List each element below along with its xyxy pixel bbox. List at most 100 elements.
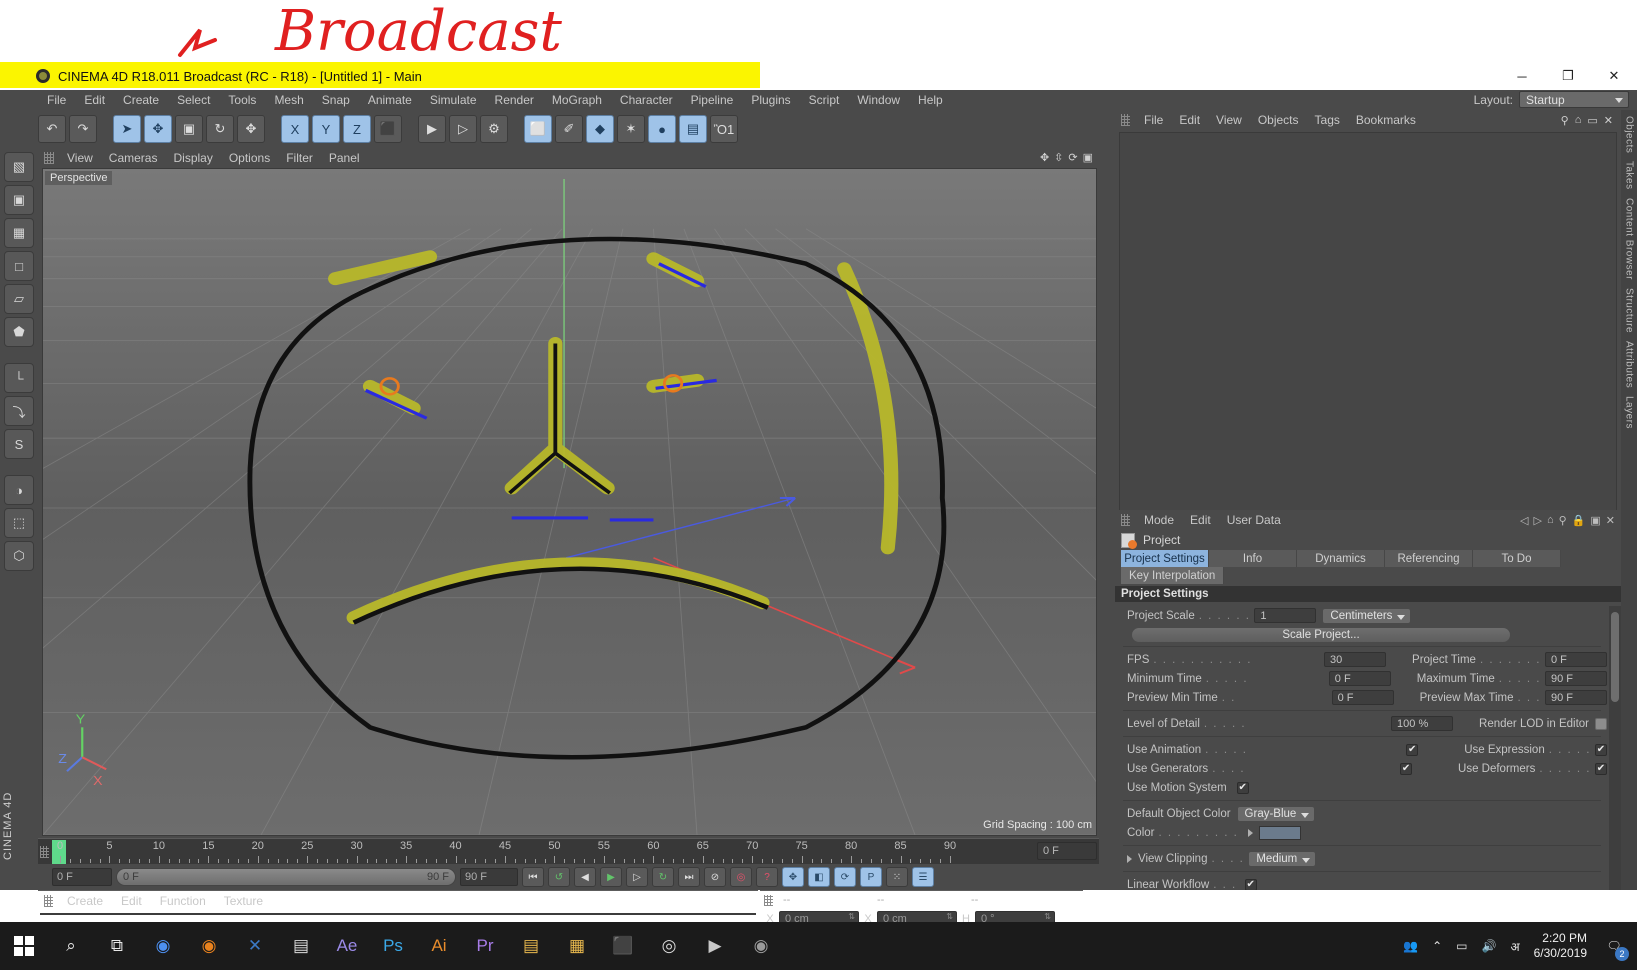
environment-button[interactable]: ● <box>648 115 676 143</box>
move-button[interactable]: ✥ <box>144 115 172 143</box>
menu-item-character[interactable]: Character <box>611 90 682 110</box>
viewport-menu-view[interactable]: View <box>60 151 100 165</box>
project-scale-unit-dropdown[interactable]: Centimeters <box>1322 607 1412 624</box>
position-key-button[interactable]: ✥ <box>782 867 804 887</box>
taskbar-firefox-icon[interactable]: ◉ <box>186 922 232 970</box>
notification-center-button[interactable]: 🗨 2 <box>1601 933 1629 961</box>
menu-item-file[interactable]: File <box>38 90 75 110</box>
objects-menu-file[interactable]: File <box>1136 113 1171 127</box>
axis-mode-button[interactable]: └ <box>4 363 34 393</box>
make-editable-button[interactable]: ▧ <box>4 152 34 182</box>
windows-start-button[interactable] <box>0 922 48 970</box>
menu-item-render[interactable]: Render <box>486 90 543 110</box>
linear-workflow-checkbox[interactable]: ✔ <box>1244 878 1257 890</box>
play-button[interactable]: ▶ <box>600 867 622 887</box>
menu-item-snap[interactable]: Snap <box>313 90 359 110</box>
workplane-button[interactable]: S <box>4 429 34 459</box>
y-axis-button[interactable]: Y <box>312 115 340 143</box>
material-menu-edit[interactable]: Edit <box>113 894 150 908</box>
step-forward-button[interactable]: ▷ <box>626 867 648 887</box>
taskbar-media-app-icon[interactable]: ▶ <box>692 922 738 970</box>
objects-menu-objects[interactable]: Objects <box>1250 113 1307 127</box>
side-tab-takes[interactable]: Takes <box>1624 161 1635 190</box>
objects-menu-edit[interactable]: Edit <box>1171 113 1208 127</box>
objects-grip-icon[interactable] <box>1121 114 1130 126</box>
rotation-key-button[interactable]: ⟳ <box>834 867 856 887</box>
zoom-icon[interactable]: ⇳ <box>1054 151 1063 164</box>
menu-item-select[interactable]: Select <box>168 90 219 110</box>
attributes-scrollbar[interactable] <box>1609 606 1621 890</box>
z-axis-button[interactable]: Z <box>343 115 371 143</box>
render-view-button[interactable]: ▶ <box>418 115 446 143</box>
taskbar-chrome-icon[interactable]: ◉ <box>140 922 186 970</box>
deformers-button[interactable]: ✶ <box>617 115 645 143</box>
step-back-button[interactable]: ◀ <box>574 867 596 887</box>
world-coordinate-button[interactable]: ⬛ <box>374 115 402 143</box>
texture-mode-button[interactable]: ▦ <box>4 218 34 248</box>
menu-item-tools[interactable]: Tools <box>219 90 265 110</box>
render-lod-checkbox[interactable] <box>1595 717 1607 730</box>
loop-button[interactable]: ↻ <box>652 867 674 887</box>
autokeying-button[interactable]: ◎ <box>730 867 752 887</box>
light-button[interactable]: Ὂ1 <box>710 115 738 143</box>
rotate-button[interactable]: ↻ <box>206 115 234 143</box>
close-icon[interactable]: ✕ <box>1604 114 1613 127</box>
volume-icon[interactable]: 🔊 <box>1481 939 1496 953</box>
viewport-solo-button[interactable]: ◑ <box>4 475 34 505</box>
timeline-ruler[interactable]: 0 5 10 15 20 25 30 35 40 45 50 55 60 65 70 75 80 85 90 0 F <box>38 838 1099 864</box>
attributes-menu-edit[interactable]: Edit <box>1182 513 1219 527</box>
attributes-tab-info[interactable]: Info <box>1209 550 1297 567</box>
taskbar-notepad-icon[interactable]: ▤ <box>278 922 324 970</box>
max-frame-field[interactable]: 90 F <box>460 868 518 886</box>
language-icon[interactable]: अ <box>1510 938 1519 955</box>
menu-item-window[interactable]: Window <box>848 90 909 110</box>
menu-item-plugins[interactable]: Plugins <box>742 90 799 110</box>
taskbar-after-effects-icon[interactable]: Ae <box>324 922 370 970</box>
viewport-menu-cameras[interactable]: Cameras <box>102 151 165 165</box>
live-selection-button[interactable]: ➤ <box>113 115 141 143</box>
taskbar-illustrator-icon[interactable]: Ai <box>416 922 462 970</box>
attributes-tab-key-interpolation[interactable]: Key Interpolation <box>1121 567 1225 584</box>
preview-range-bar[interactable]: 0 F 90 F <box>116 868 456 886</box>
preview-min-field[interactable]: 0 F <box>1331 690 1394 705</box>
goto-end-button[interactable]: ⏭ <box>678 867 700 887</box>
x-axis-button[interactable]: X <box>281 115 309 143</box>
attributes-tab-to-do[interactable]: To Do <box>1473 550 1561 567</box>
attributes-grip-icon[interactable] <box>1121 514 1130 526</box>
parameter-key-button[interactable]: P <box>860 867 882 887</box>
close-button[interactable]: ✕ <box>1591 62 1637 90</box>
taskbar-x-app-icon[interactable]: ✕ <box>232 922 278 970</box>
use-deformers-checkbox[interactable]: ✔ <box>1595 762 1607 775</box>
use-animation-checkbox[interactable]: ✔ <box>1406 743 1419 756</box>
menu-item-edit[interactable]: Edit <box>75 90 114 110</box>
taskbar-cinema4d-icon[interactable]: ⬛ <box>600 922 646 970</box>
project-scale-field[interactable]: 1 <box>1254 608 1317 623</box>
forward-icon[interactable]: ▷ <box>1533 514 1541 527</box>
display-icon[interactable]: ▭ <box>1456 939 1467 953</box>
menu-item-pipeline[interactable]: Pipeline <box>682 90 743 110</box>
taskbar-c4d-running-icon[interactable]: ◉ <box>738 922 784 970</box>
use-generators-checkbox[interactable]: ✔ <box>1400 762 1413 775</box>
material-menu-texture[interactable]: Texture <box>216 894 271 908</box>
minimum-time-field[interactable]: 0 F <box>1328 671 1391 686</box>
expand-triangle-icon[interactable] <box>1127 854 1132 863</box>
render-region-button[interactable]: ▷ <box>449 115 477 143</box>
record-button[interactable]: ? <box>756 867 778 887</box>
generators-button[interactable]: ◆ <box>586 115 614 143</box>
render-settings-button[interactable]: ⚙ <box>480 115 508 143</box>
current-frame-field[interactable]: 0 F <box>52 868 112 886</box>
layout-dropdown[interactable]: Startup <box>1519 91 1629 108</box>
tray-expand-icon[interactable]: ⌃ <box>1432 939 1442 953</box>
lock-icon[interactable]: 🔒 <box>1572 514 1586 527</box>
attributes-tab-referencing[interactable]: Referencing <box>1385 550 1473 567</box>
menu-item-help[interactable]: Help <box>909 90 952 110</box>
unlock-button[interactable]: ⬡ <box>4 541 34 571</box>
viewport-grip-icon[interactable] <box>44 152 54 164</box>
viewport-menu-display[interactable]: Display <box>166 151 219 165</box>
attributes-tab-dynamics[interactable]: Dynamics <box>1297 550 1385 567</box>
maximize-viewport-icon[interactable]: ▣ <box>1083 151 1093 164</box>
attributes-tab-project-settings[interactable]: Project Settings <box>1121 550 1209 567</box>
attributes-menu-user-data[interactable]: User Data <box>1219 513 1289 527</box>
timeline-grip-icon[interactable] <box>40 846 49 858</box>
side-tab-content-browser[interactable]: Content Browser <box>1624 198 1635 280</box>
